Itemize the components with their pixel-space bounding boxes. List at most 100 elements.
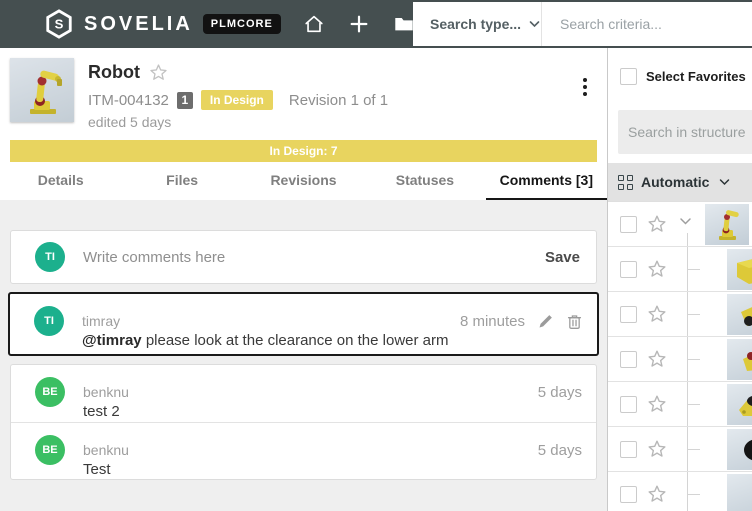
svg-text:S: S xyxy=(55,17,64,32)
grid-view-icon xyxy=(618,174,633,190)
comment-item[interactable]: BE benknu 5 days test 2 xyxy=(11,365,596,422)
version-count-badge: 1 xyxy=(176,91,193,109)
row-thumbnail-base-part xyxy=(727,384,752,425)
row-thumbnail-arm-part xyxy=(727,474,752,511)
row-thumbnail-yellow-block-part xyxy=(727,249,752,290)
product-badge: PLMCORE xyxy=(202,14,281,34)
structure-search-input[interactable] xyxy=(618,110,752,154)
comment-author-avatar: BE xyxy=(35,377,65,407)
structure-row-list xyxy=(608,201,752,511)
select-favorites-row: Select Favorites xyxy=(620,68,746,85)
row-checkbox[interactable] xyxy=(620,351,637,368)
status-progress-banner[interactable]: In Design: 7 xyxy=(10,140,597,162)
comment-author-avatar: BE xyxy=(35,435,65,465)
comment-item[interactable]: BE benknu 5 days Test xyxy=(11,422,596,479)
tab-statuses[interactable]: Statuses xyxy=(364,162,485,200)
robot-thumbnail-image xyxy=(30,70,62,114)
structure-panel: Select Favorites Automatic xyxy=(608,48,752,511)
comment-item-selected[interactable]: TI timray 8 minutes @timray please look … xyxy=(8,292,599,356)
item-revision: Revision 1 of 1 xyxy=(288,91,389,109)
row-thumbnail-motor-part xyxy=(727,339,752,380)
tree-branch xyxy=(687,494,700,495)
sovelia-logo[interactable]: S SOVELIA PLMCORE xyxy=(44,9,281,39)
status-banner-label: In Design: 7 xyxy=(269,144,338,158)
comment-text: @timray please look at the clearance on … xyxy=(82,332,449,349)
row-checkbox[interactable] xyxy=(620,441,637,458)
top-navigation-bar: S SOVELIA PLMCORE Search type... xyxy=(0,0,752,48)
tree-line xyxy=(687,233,688,246)
more-actions-button[interactable] xyxy=(578,74,592,100)
delete-comment-icon[interactable] xyxy=(566,313,583,330)
row-checkbox[interactable] xyxy=(620,306,637,323)
search-type-label: Search type... xyxy=(430,16,522,32)
tree-branch xyxy=(687,314,700,315)
folder-icon[interactable] xyxy=(393,13,415,35)
select-favorites-checkbox[interactable] xyxy=(620,68,637,85)
brand-name: SOVELIA xyxy=(84,12,193,35)
tree-branch xyxy=(687,269,700,270)
row-star-icon[interactable] xyxy=(646,483,668,505)
comments-tab-content: TI Save TI timray 8 minutes xyxy=(0,200,607,511)
tab-revisions[interactable]: Revisions xyxy=(243,162,364,200)
item-detail-panel: Robot ITM-004132 1 In Design Revision 1 … xyxy=(0,48,608,511)
comment-author-name: benknu xyxy=(83,442,129,458)
comment-input[interactable] xyxy=(83,248,545,266)
search-type-dropdown[interactable]: Search type... xyxy=(413,16,541,32)
row-thumbnail-wheel-assembly-part xyxy=(727,294,752,335)
item-number: ITM-004132 xyxy=(88,91,169,109)
row-checkbox[interactable] xyxy=(620,216,637,233)
row-thumbnail-disc-part xyxy=(727,429,752,470)
item-title: Robot xyxy=(88,62,140,82)
save-comment-button[interactable]: Save xyxy=(545,249,580,266)
structure-row[interactable] xyxy=(608,337,752,382)
comment-timestamp: 5 days xyxy=(537,383,582,401)
row-checkbox[interactable] xyxy=(620,396,637,413)
favorite-star-icon[interactable] xyxy=(148,62,169,83)
row-star-icon[interactable] xyxy=(646,213,668,235)
tree-branch xyxy=(687,449,700,450)
app-window: S SOVELIA PLMCORE Search type... Search … xyxy=(0,0,752,511)
global-search: Search type... xyxy=(413,2,752,46)
comment-input-card: TI Save xyxy=(10,230,597,284)
select-favorites-label: Select Favorites xyxy=(646,69,746,84)
chevron-down-icon xyxy=(720,179,730,186)
comment-author-avatar: TI xyxy=(34,306,64,336)
tree-branch xyxy=(687,404,700,405)
collapse-chevron-icon[interactable] xyxy=(679,217,692,226)
comment-mention: @timray xyxy=(82,332,142,349)
comment-timestamp: 5 days xyxy=(537,441,582,459)
row-star-icon[interactable] xyxy=(646,348,668,370)
row-checkbox[interactable] xyxy=(620,261,637,278)
tree-line xyxy=(687,472,688,511)
comment-text: test 2 xyxy=(83,403,120,420)
tab-bar: Details Files Revisions Statuses Comment… xyxy=(0,162,608,200)
tab-comments[interactable]: Comments [3] xyxy=(485,162,608,200)
chevron-down-icon xyxy=(529,21,540,28)
tree-branch xyxy=(687,359,700,360)
structure-row[interactable] xyxy=(608,382,752,427)
structure-row[interactable] xyxy=(608,472,752,511)
structure-view-mode-dropdown[interactable]: Automatic xyxy=(608,163,752,201)
tab-files[interactable]: Files xyxy=(121,162,242,200)
comment-text: Test xyxy=(83,461,111,478)
row-star-icon[interactable] xyxy=(646,258,668,280)
row-thumbnail-robot-assembly xyxy=(705,204,749,245)
edit-comment-icon[interactable] xyxy=(537,313,554,330)
structure-row[interactable] xyxy=(608,247,752,292)
tab-details[interactable]: Details xyxy=(0,162,121,200)
structure-row-root[interactable] xyxy=(608,202,752,247)
row-star-icon[interactable] xyxy=(646,438,668,460)
comment-author-name: benknu xyxy=(83,384,129,400)
sovelia-hexagon-icon: S xyxy=(46,9,72,39)
row-star-icon[interactable] xyxy=(646,393,668,415)
row-star-icon[interactable] xyxy=(646,303,668,325)
structure-row[interactable] xyxy=(608,427,752,472)
status-chip: In Design xyxy=(200,90,273,110)
search-criteria-input[interactable] xyxy=(542,16,752,32)
row-checkbox[interactable] xyxy=(620,486,637,503)
view-mode-label: Automatic xyxy=(641,174,710,190)
home-icon[interactable] xyxy=(303,13,325,35)
add-icon[interactable] xyxy=(348,13,370,35)
structure-row[interactable] xyxy=(608,292,752,337)
current-user-avatar: TI xyxy=(35,242,65,272)
